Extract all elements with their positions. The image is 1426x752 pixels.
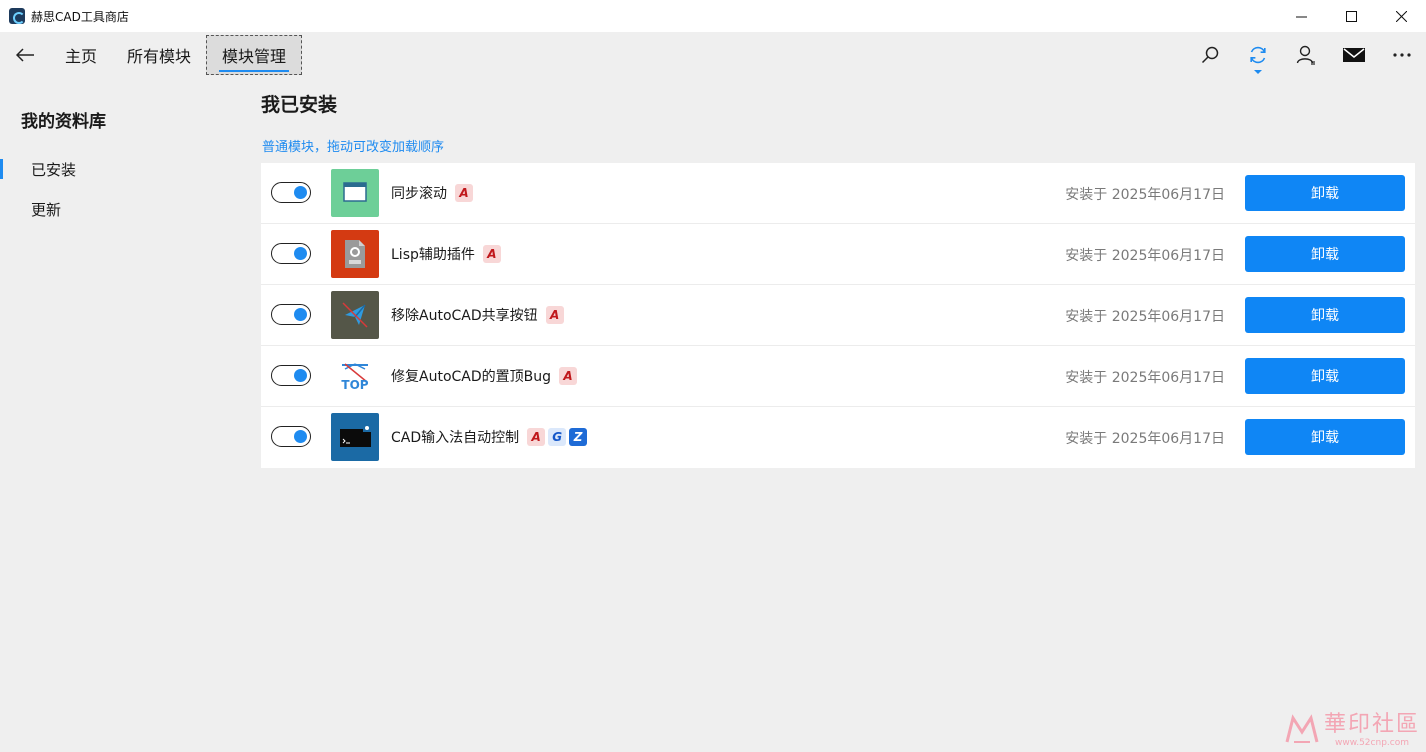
module-list: 同步滚动 A 安装于 2025年06月17日 卸载 Lisp辅助插件 A 安装于… xyxy=(261,163,1415,468)
module-name: 修复AutoCAD的置顶Bug xyxy=(391,369,552,385)
maximize-button[interactable] xyxy=(1326,0,1376,32)
platform-badges: A G Z xyxy=(527,428,588,446)
sidebar-item-updates[interactable]: 更新 xyxy=(0,191,240,227)
lisp-file-icon xyxy=(331,230,379,278)
uninstall-button[interactable]: 卸载 xyxy=(1245,419,1405,455)
platform-badges: A xyxy=(545,306,564,324)
minimize-icon xyxy=(1295,16,1307,17)
list-item[interactable]: TOP 修复AutoCAD的置顶Bug A 安装于 2025年06月17日 卸载 xyxy=(261,346,1415,407)
autocad-badge-icon: A xyxy=(559,367,578,385)
autocad-badge-icon: A xyxy=(455,184,473,202)
top-fix-icon: TOP xyxy=(331,352,379,400)
window-sync-icon xyxy=(331,169,379,217)
window-title: 赫思CAD工具商店 xyxy=(31,9,129,24)
search-icon xyxy=(1201,46,1219,64)
uninstall-button[interactable]: 卸载 xyxy=(1245,297,1405,333)
mail-icon xyxy=(1343,48,1365,62)
install-date: 安装于 2025年06月17日 xyxy=(1065,309,1225,325)
autocad-badge-icon: A xyxy=(527,428,546,446)
autocad-badge-icon: A xyxy=(482,245,501,263)
autocad-badge-icon: A xyxy=(545,306,564,324)
platform-badges: A xyxy=(455,184,473,202)
nav-actions xyxy=(1186,32,1426,78)
module-name: 同步滚动 xyxy=(391,186,447,202)
install-date: 安装于 2025年06月17日 xyxy=(1065,431,1225,447)
close-button[interactable] xyxy=(1376,0,1426,32)
module-name: Lisp辅助插件 xyxy=(391,247,475,263)
platform-badges: A xyxy=(482,245,501,263)
icon-top-label: TOP xyxy=(341,378,368,392)
list-item[interactable]: CAD输入法自动控制 A G Z 安装于 2025年06月17日 卸载 xyxy=(261,407,1415,468)
app-logo-icon xyxy=(9,8,25,24)
list-item[interactable]: 移除AutoCAD共享按钮 A 安装于 2025年06月17日 卸载 xyxy=(261,285,1415,346)
platform-badges: A xyxy=(559,367,578,385)
zwcad-badge-icon: Z xyxy=(569,428,588,446)
enable-toggle[interactable] xyxy=(271,426,311,447)
uninstall-button[interactable]: 卸载 xyxy=(1245,175,1405,211)
share-remove-icon xyxy=(331,291,379,339)
list-item[interactable]: 同步滚动 A 安装于 2025年06月17日 卸载 xyxy=(261,163,1415,224)
tab-home[interactable]: 主页 xyxy=(50,35,112,75)
sidebar-title: 我的资料库 xyxy=(21,112,106,132)
page-subtitle: 普通模块，拖动可改变加载顺序 xyxy=(262,140,445,155)
install-date: 安装于 2025年06月17日 xyxy=(1065,187,1225,203)
module-name: CAD输入法自动控制 xyxy=(391,430,520,446)
module-name: 移除AutoCAD共享按钮 xyxy=(391,308,538,324)
install-date: 安装于 2025年06月17日 xyxy=(1065,370,1225,386)
uninstall-button[interactable]: 卸载 xyxy=(1245,236,1405,272)
page-title: 我已安装 xyxy=(261,94,338,116)
enable-toggle[interactable] xyxy=(271,243,311,264)
search-button[interactable] xyxy=(1186,32,1234,78)
watermark-logo-icon xyxy=(1285,714,1319,743)
maximize-icon xyxy=(1345,10,1357,22)
sync-indicator xyxy=(1254,70,1262,74)
window-controls xyxy=(1276,0,1426,32)
back-arrow-icon xyxy=(16,48,34,62)
more-icon xyxy=(1393,53,1411,57)
enable-toggle[interactable] xyxy=(271,365,311,386)
close-icon xyxy=(1395,10,1407,22)
install-date: 安装于 2025年06月17日 xyxy=(1065,248,1225,264)
enable-toggle[interactable] xyxy=(271,182,311,203)
sync-icon xyxy=(1250,46,1266,64)
title-bar: 赫思CAD工具商店 xyxy=(0,0,1426,32)
more-button[interactable] xyxy=(1378,32,1426,78)
mail-button[interactable] xyxy=(1330,32,1378,78)
list-item[interactable]: Lisp辅助插件 A 安装于 2025年06月17日 卸载 xyxy=(261,224,1415,285)
minimize-button[interactable] xyxy=(1276,0,1326,32)
enable-toggle[interactable] xyxy=(271,304,311,325)
watermark-text: 華印社區 xyxy=(1323,712,1420,737)
console-ime-icon xyxy=(331,413,379,461)
account-icon xyxy=(1296,45,1315,65)
sync-button[interactable] xyxy=(1234,32,1282,78)
uninstall-button[interactable]: 卸载 xyxy=(1245,358,1405,394)
back-button[interactable] xyxy=(0,32,50,78)
nav-bar: 主页 所有模块 模块管理 xyxy=(0,32,1426,78)
tab-module-management[interactable]: 模块管理 xyxy=(206,35,303,75)
sidebar-item-installed[interactable]: 已安装 xyxy=(0,151,240,187)
gstarcad-badge-icon: G xyxy=(548,428,567,446)
account-button[interactable] xyxy=(1282,32,1330,78)
tab-all-modules[interactable]: 所有模块 xyxy=(112,35,206,75)
watermark-url: www.52cnp.com xyxy=(1334,738,1409,748)
watermark: 華印社區 www.52cnp.com xyxy=(1284,706,1420,748)
